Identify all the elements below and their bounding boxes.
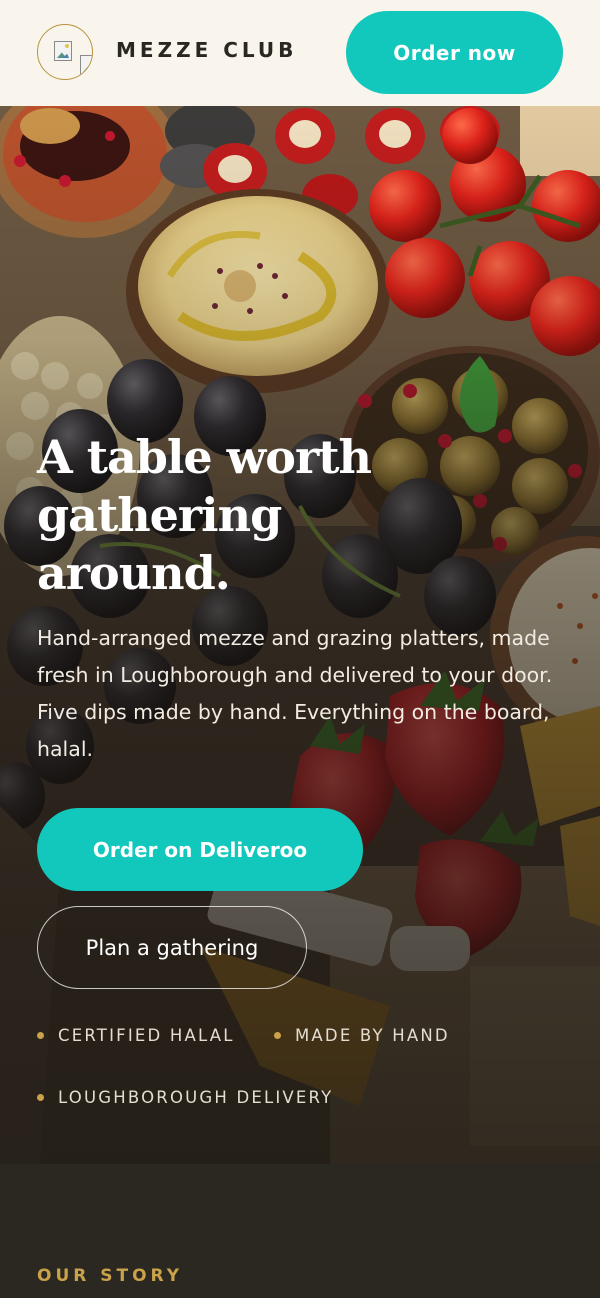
story-section-label: OUR STORY (37, 1266, 184, 1286)
order-on-deliveroo-button[interactable]: Order on Deliveroo (37, 808, 363, 891)
bullet-dot-icon (37, 1094, 44, 1101)
hero-section: A table worth gathering around. Hand-arr… (0, 106, 600, 1164)
broken-image-icon (54, 41, 72, 61)
tag-loughborough-delivery: LOUGHBOROUGH DELIVERY (37, 1088, 333, 1107)
order-now-button[interactable]: Order now (346, 11, 563, 94)
plan-gathering-button[interactable]: Plan a gathering (37, 906, 307, 989)
logo[interactable] (37, 24, 93, 80)
tag-made-by-hand: MADE BY HAND (274, 1026, 450, 1045)
tag-label: LOUGHBOROUGH DELIVERY (58, 1088, 334, 1107)
bullet-dot-icon (274, 1032, 281, 1039)
brand-name[interactable]: MEZZE CLUB (116, 38, 297, 62)
tag-certified-halal: CERTIFIED HALAL (37, 1026, 235, 1045)
tag-label: CERTIFIED HALAL (58, 1026, 235, 1045)
hero-title: A table worth gathering around. (37, 430, 372, 600)
story-section: OUR STORY (0, 1164, 600, 1298)
site-header: MEZZE CLUB Order now (0, 0, 600, 106)
hero-description: Hand-arranged mezze and grazing platters… (37, 626, 553, 761)
bullet-dot-icon (37, 1032, 44, 1039)
tag-label: MADE BY HAND (295, 1026, 450, 1045)
broken-image-icon (80, 55, 92, 75)
